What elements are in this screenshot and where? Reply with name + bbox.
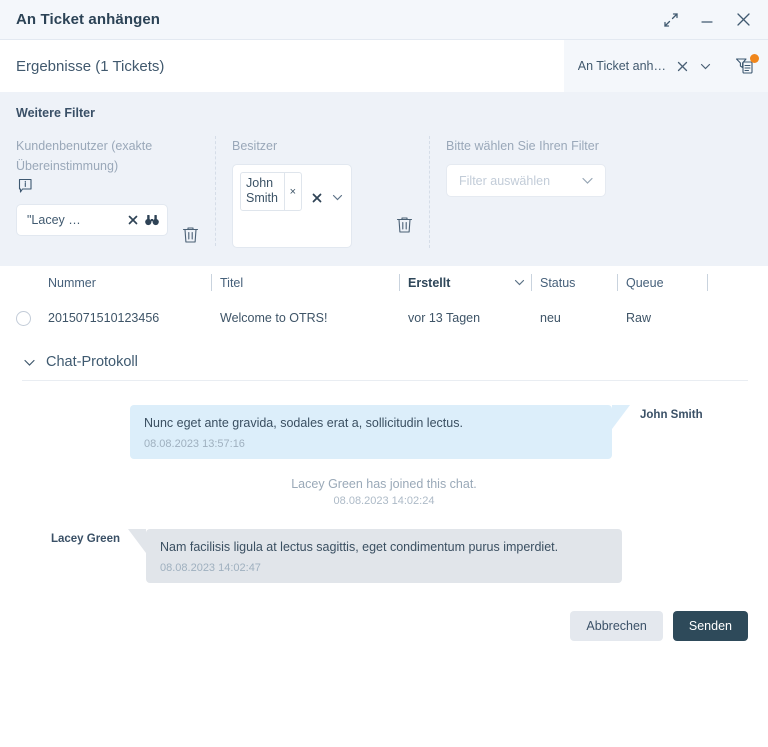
table-header-title[interactable]: Titel: [211, 273, 408, 292]
chevron-down-icon[interactable]: [22, 355, 37, 370]
row-number: 2015071510123456: [48, 311, 160, 325]
table-header-queue[interactable]: Queue: [617, 273, 716, 292]
table-header-queue-label: Queue: [626, 275, 664, 290]
results-table: Nummer Titel Erstellt Status Queue 20150…: [0, 266, 768, 336]
info-tooltip-icon[interactable]: [18, 178, 168, 199]
owner-actions: [311, 191, 344, 204]
close-icon[interactable]: [676, 60, 689, 73]
chat-protocol-title: Chat-Protokoll: [46, 354, 138, 370]
filter-document-icon[interactable]: [722, 40, 768, 92]
saved-filter-pill[interactable]: An Ticket anh…: [563, 40, 722, 92]
minimize-icon[interactable]: [696, 9, 718, 31]
filter-divider: [215, 136, 216, 246]
close-icon[interactable]: [311, 192, 323, 204]
chat-system-text: Lacey Green has joined this chat.: [291, 477, 477, 491]
chevron-down-icon[interactable]: [699, 60, 712, 73]
results-toolbar: An Ticket anh…: [563, 40, 768, 92]
filters-row: Kundenbenutzer (exakte Übereinstimmung) …: [0, 136, 768, 248]
filter-divider: [429, 136, 430, 248]
filter-customer-user: Kundenbenutzer (exakte Übereinstimmung) …: [16, 136, 216, 246]
results-title: Ergebnisse (1 Tickets): [16, 57, 165, 75]
row-created: vor 13 Tagen: [408, 311, 481, 325]
table-header-state-label: Status: [540, 275, 576, 290]
owner-multiselect[interactable]: John Smith ×: [232, 164, 352, 248]
table-header-created-label: Erstellt: [408, 275, 451, 290]
chat-bubble: Nunc eget ante gravida, sodales erat a, …: [130, 405, 630, 459]
row-title: Welcome to OTRS!: [220, 311, 328, 325]
cancel-button[interactable]: Abbrechen: [570, 611, 663, 641]
chat-message-customer: Lacey Green Nam facilisis ligula at lect…: [24, 529, 744, 583]
row-queue: Raw: [626, 311, 652, 325]
customer-user-input[interactable]: "Lacey …: [16, 204, 168, 236]
delete-owner-filter-button[interactable]: [396, 216, 413, 248]
filter-owner-label: Besitzer: [232, 139, 278, 153]
table-header-state[interactable]: Status: [531, 273, 626, 292]
chat-message-author: John Smith: [640, 409, 703, 421]
row-state: neu: [540, 311, 561, 325]
owner-tag: John Smith ×: [240, 172, 302, 211]
customer-user-value: "Lacey …: [27, 213, 81, 227]
chat-protocol-header[interactable]: Chat-Protokoll: [0, 354, 768, 380]
chat-message-text: Nunc eget ante gravida, sodales erat a, …: [144, 416, 463, 430]
owner-tag-label: John Smith: [246, 176, 278, 205]
chevron-down-icon[interactable]: [331, 191, 344, 204]
table-header-row: Nummer Titel Erstellt Status Queue: [0, 266, 768, 300]
chat-message-time: 08.08.2023 14:02:47: [160, 562, 261, 574]
choose-filter-label: Bitte wählen Sie Ihren Filter: [446, 139, 599, 153]
chevron-down-icon[interactable]: [513, 276, 540, 289]
table-header-end: [707, 273, 736, 292]
chat-message-system: Lacey Green has joined this chat. 08.08.…: [24, 477, 744, 507]
table-row[interactable]: 2015071510123456 Welcome to OTRS! vor 13…: [0, 300, 768, 336]
submit-button[interactable]: Senden: [672, 611, 748, 641]
chat-messages: Nunc eget ante gravida, sodales erat a, …: [0, 381, 768, 583]
filter-chooser: Bitte wählen Sie Ihren Filter Filter aus…: [446, 136, 646, 197]
window-title: An Ticket anhängen: [16, 11, 161, 28]
chevron-down-icon[interactable]: [580, 173, 595, 188]
filter-customer-user-label: Kundenbenutzer (exakte Übereinstimmung): [16, 139, 153, 173]
row-radio-button[interactable]: [16, 310, 31, 326]
filter-active-badge: [750, 54, 759, 63]
close-icon[interactable]: [732, 9, 754, 31]
table-header-number[interactable]: Nummer: [48, 274, 220, 292]
chat-message-time: 08.08.2023 13:57:16: [144, 438, 245, 450]
chat-message-text: Nam facilisis ligula at lectus sagittis,…: [160, 540, 559, 554]
close-icon[interactable]: [127, 214, 139, 226]
dialog-footer: Abbrechen Senden: [0, 599, 768, 641]
filter-owner: Besitzer John Smith ×: [232, 136, 430, 248]
additional-filters-panel: Weitere Filter Kundenbenutzer (exakte Üb…: [0, 92, 768, 266]
window-titlebar: An Ticket anhängen: [0, 0, 768, 40]
chat-bubble: Nam facilisis ligula at lectus sagittis,…: [128, 529, 622, 583]
table-header-created[interactable]: Erstellt: [399, 273, 540, 292]
chat-message-author: Lacey Green: [50, 533, 120, 545]
chat-protocol-section: Chat-Protokoll Nunc eget ante gravida, s…: [0, 336, 768, 599]
filters-heading: Weitere Filter: [16, 106, 95, 120]
choose-filter-placeholder: Filter auswählen: [459, 173, 551, 188]
expand-icon[interactable]: [660, 9, 682, 31]
binoculars-icon[interactable]: [145, 214, 159, 226]
chat-message-agent: Nunc eget ante gravida, sodales erat a, …: [24, 405, 744, 459]
table-header-title-label: Titel: [220, 275, 244, 290]
table-header-select: [16, 274, 48, 292]
attach-to-ticket-dialog: An Ticket anhängen Ergebnisse (1 Tickets…: [0, 0, 768, 747]
window-controls: [660, 9, 754, 31]
choose-filter-select[interactable]: Filter auswählen: [446, 164, 606, 197]
results-bar: Ergebnisse (1 Tickets) An Ticket anh…: [0, 40, 768, 92]
delete-customer-user-filter-button[interactable]: [182, 226, 199, 246]
row-select-cell: [16, 310, 48, 326]
close-icon[interactable]: ×: [283, 173, 301, 210]
saved-filter-label: An Ticket anh…: [577, 59, 666, 73]
chat-system-time: 08.08.2023 14:02:24: [333, 495, 435, 507]
